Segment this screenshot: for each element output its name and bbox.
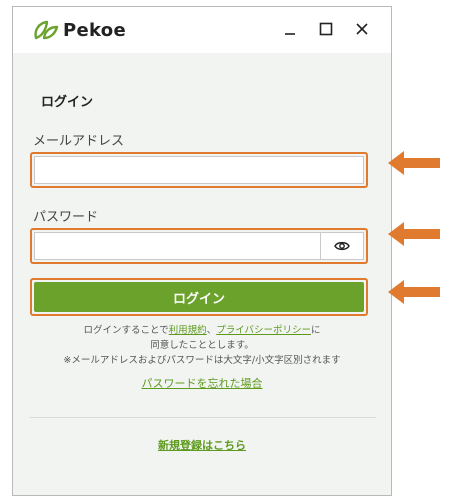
login-button[interactable]: ログイン	[34, 282, 364, 312]
forgot-password-link[interactable]: パスワードを忘れた場合	[142, 377, 263, 390]
privacy-policy-link[interactable]: プライバシーポリシー	[216, 325, 311, 336]
terms-separator: 、	[206, 325, 217, 336]
terms-of-service-link[interactable]: 利用規約	[169, 325, 207, 336]
password-field[interactable]	[35, 233, 319, 259]
forgot-password-row: パスワードを忘れた場合	[13, 375, 391, 391]
minimize-icon	[285, 33, 295, 35]
maximize-icon	[319, 22, 333, 36]
leaf-logo-icon	[34, 20, 59, 40]
close-icon	[356, 23, 368, 35]
title-bar: Pekoe	[13, 7, 391, 53]
app-name: Pekoe	[63, 19, 126, 41]
maximize-button[interactable]	[311, 17, 341, 41]
login-button-highlight: ログイン	[30, 278, 368, 316]
password-field-wrapper	[34, 232, 364, 260]
password-label: パスワード	[33, 210, 99, 225]
terms-suffix: に	[311, 325, 321, 336]
email-field[interactable]	[35, 157, 363, 183]
terms-line-1: ログインすることで利用規約、プライバシーポリシーに	[13, 323, 391, 338]
minimize-button[interactable]	[275, 17, 305, 41]
app-window: Pekoe ログイン メールアドレス パスワード ログイン ログインすることで利…	[12, 6, 392, 496]
divider	[30, 417, 376, 418]
show-password-button[interactable]	[320, 233, 363, 259]
page-title: ログイン	[41, 95, 94, 110]
login-panel: ログイン メールアドレス パスワード ログイン ログインすることで利用規約、プラ…	[13, 53, 391, 495]
case-sensitive-note: ※メールアドレスおよびパスワードは大文字/小文字区別されます	[63, 355, 341, 366]
register-link[interactable]: 新規登録はこちら	[158, 439, 246, 452]
eye-icon	[334, 241, 350, 251]
annotation-arrow-icon	[388, 151, 440, 175]
email-field-wrapper	[34, 156, 364, 184]
terms-prefix: ログインすることで	[83, 325, 169, 336]
annotation-arrow-icon	[388, 280, 440, 304]
terms-line-2: 同意したこととします。	[150, 340, 254, 351]
terms-text: ログインすることで利用規約、プライバシーポリシーに 同意したこととします。 ※メ…	[13, 323, 391, 368]
register-row: 新規登録はこちら	[13, 437, 391, 453]
annotation-arrow-icon	[388, 222, 440, 246]
password-field-highlight	[30, 228, 368, 264]
email-label: メールアドレス	[33, 134, 125, 149]
email-field-highlight	[30, 152, 368, 188]
app-logo: Pekoe	[33, 19, 126, 41]
close-button[interactable]	[347, 17, 377, 41]
